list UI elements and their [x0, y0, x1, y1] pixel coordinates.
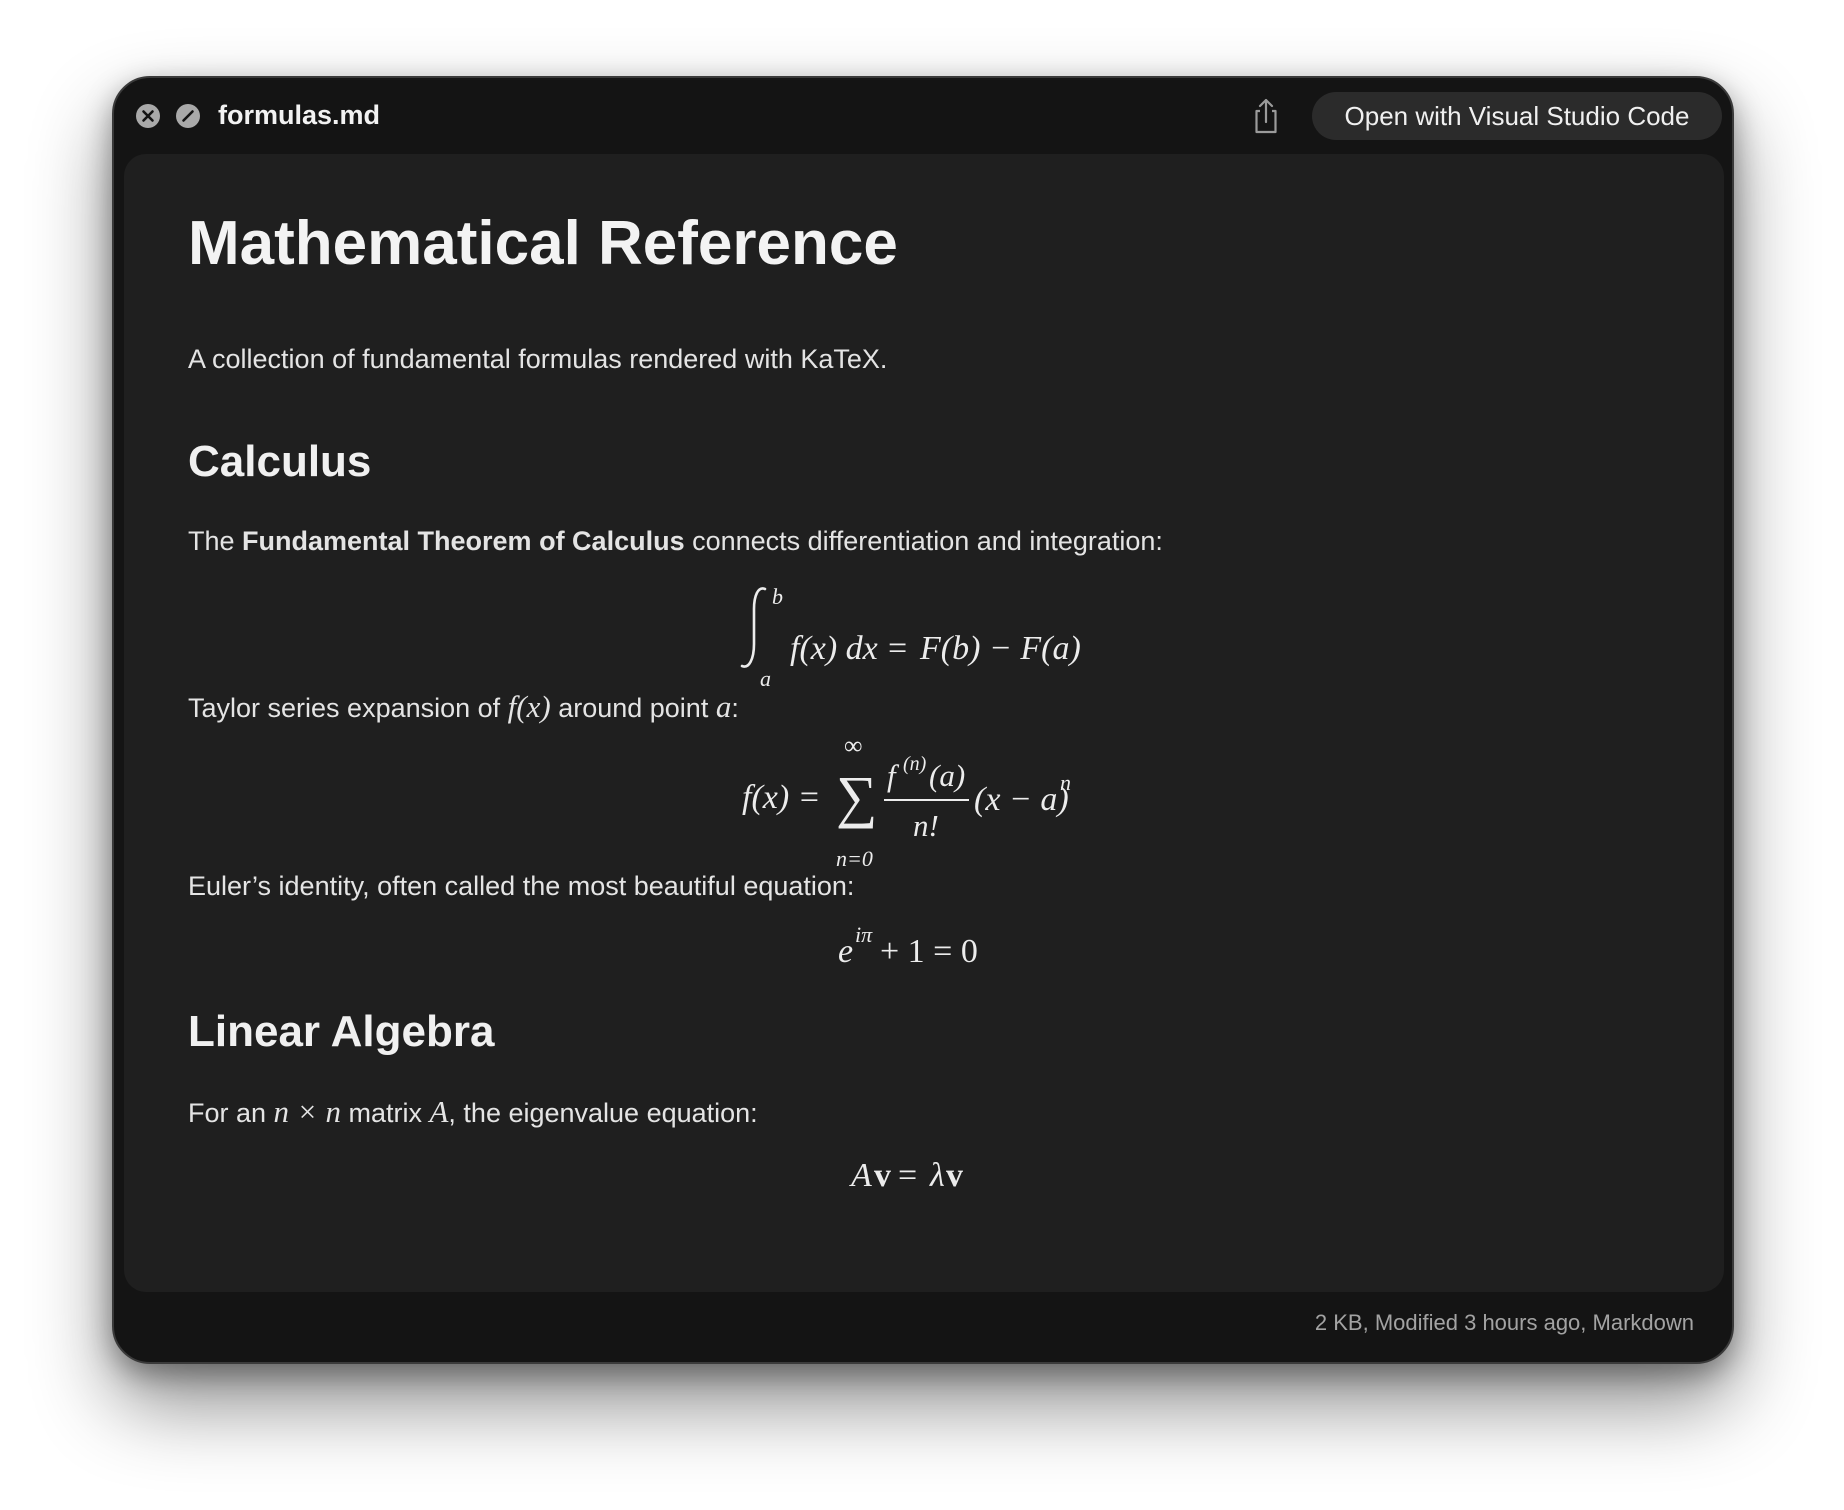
file-name: formulas.md: [218, 100, 381, 130]
fraction-numerator-f: f: [887, 758, 900, 793]
eigen-paragraph: For an n × n matrix A, the eigenvalue eq…: [188, 1094, 758, 1130]
eigen-A: A: [849, 1157, 872, 1194]
euler-formula: e iπ + 1 = 0: [124, 904, 1724, 1024]
eigen-mid: matrix: [340, 1098, 430, 1128]
open-with-button[interactable]: Open with Visual Studio Code: [1312, 92, 1722, 140]
quicklook-window: formulas.md Open with Visual Studio Code…: [112, 76, 1734, 1364]
taylor-suffix: :: [731, 693, 739, 723]
taylor-mid: around point: [550, 693, 716, 723]
eigen-suffix: , the eigenvalue equation:: [448, 1098, 758, 1128]
integral-sign: [740, 587, 767, 668]
eigen-prefix: For an: [188, 1098, 274, 1128]
sum-sign: ∑: [836, 764, 877, 829]
sum-lower: n=0: [836, 846, 873, 871]
close-icon: [142, 110, 154, 122]
ftc-suffix: connects differentiation and integration…: [684, 526, 1163, 556]
taylor-prefix: Taylor series expansion of: [188, 693, 508, 723]
ftc-rhs: F(b) − F(a): [919, 630, 1081, 667]
file-info-status: 2 KB, Modified 3 hours ago, Markdown: [1314, 1310, 1694, 1335]
heading-calculus: Calculus: [188, 437, 372, 486]
ftc-prefix: The: [188, 526, 243, 556]
euler-paragraph: Euler’s identity, often called the most …: [188, 871, 855, 901]
eigen-v-right: v: [946, 1157, 963, 1194]
ftc-bold: Fundamental Theorem of Calculus: [242, 526, 685, 556]
close-button[interactable]: [136, 104, 160, 128]
heading-linear-algebra: Linear Algebra: [188, 1007, 495, 1056]
share-icon: [1255, 98, 1277, 134]
ftc-lower-bound: a: [760, 666, 771, 691]
taylor-formula: f(x) = ∑ ∞ n=0 f (n) (a) n! (x − a) n: [124, 724, 1724, 871]
ftc-formula: a b f(x) dx = F(b) − F(a): [124, 574, 1724, 694]
eigen-formula: A v = λ v: [124, 1128, 1724, 1248]
taylor-point: a: [715, 689, 732, 724]
eigen-dimensions: n × n: [273, 1094, 341, 1129]
fullscreen-icon: [182, 110, 194, 122]
euler-exponent: iπ: [855, 922, 873, 947]
taylor-lhs: f(x) =: [742, 779, 821, 816]
taylor-tail-sup: n: [1060, 770, 1071, 795]
sum-upper: ∞: [844, 731, 863, 760]
euler-rest: + 1 = 0: [880, 933, 978, 970]
document-title: Mathematical Reference: [188, 209, 898, 278]
ftc-upper-bound: b: [772, 584, 783, 609]
ftc-paragraph: The Fundamental Theorem of Calculus conn…: [188, 526, 1163, 557]
ftc-equals: =: [888, 630, 907, 667]
eigen-equals: =: [898, 1157, 917, 1194]
fullscreen-button[interactable]: [176, 104, 200, 128]
fraction-numerator-sup: (n): [903, 753, 927, 775]
document-preview[interactable]: Mathematical Reference A collection of f…: [124, 154, 1724, 1292]
eigen-v-left: v: [874, 1157, 891, 1194]
ftc-integrand: f(x) dx: [790, 630, 878, 667]
eigen-matrix: A: [429, 1094, 449, 1129]
eigen-lambda: λ: [929, 1157, 945, 1194]
intro-paragraph: A collection of fundamental formulas ren…: [188, 344, 888, 374]
euler-base: e: [838, 933, 853, 970]
fraction-numerator-arg: (a): [929, 758, 965, 793]
fraction-denominator: n!: [913, 808, 939, 843]
taylor-paragraph: Taylor series expansion of f(x) around p…: [188, 689, 739, 725]
title-bar: formulas.md Open with Visual Studio Code: [114, 78, 1732, 154]
taylor-tail: (x − a): [974, 781, 1069, 818]
share-button[interactable]: [1248, 96, 1284, 136]
taylor-fx: f(x): [507, 689, 551, 724]
